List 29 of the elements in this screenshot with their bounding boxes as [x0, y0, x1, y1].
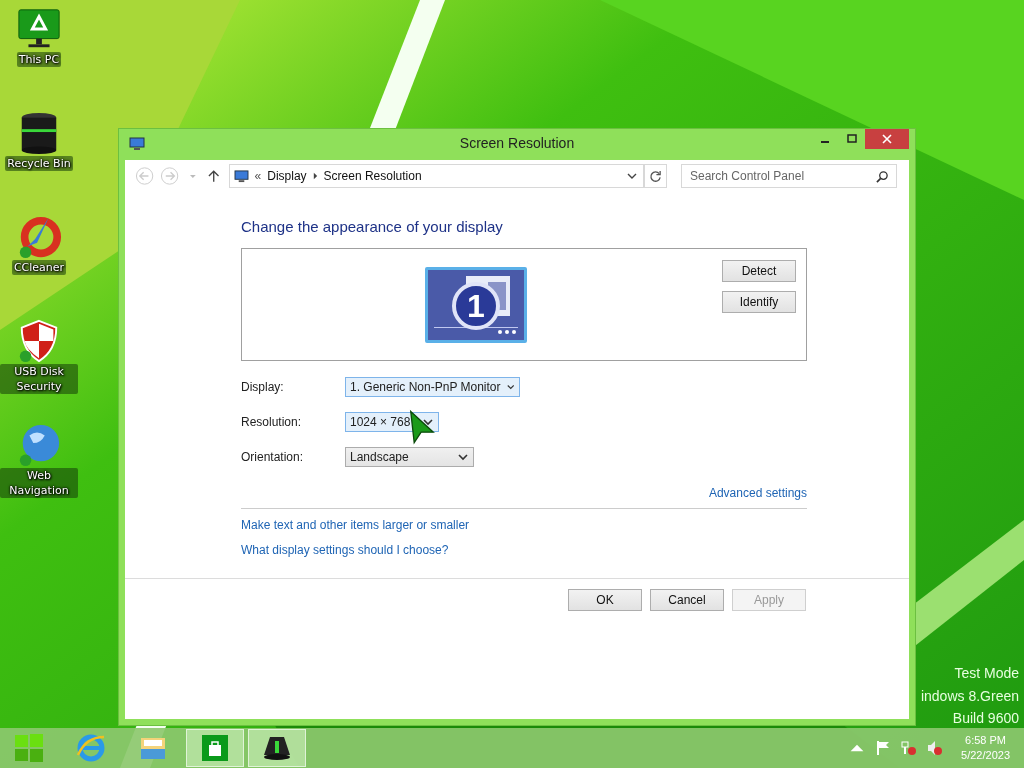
page-heading: Change the appearance of your display	[241, 218, 504, 236]
dialog-button[interactable]: Cancel	[650, 589, 724, 611]
watermark-text: Build 9600	[952, 709, 1019, 728]
dropdown[interactable]: 1. Generic Non-PnP Monitor	[345, 377, 520, 397]
help-link[interactable]: What display settings should I choose?	[241, 543, 449, 558]
dropdown[interactable]: Landscape	[345, 447, 474, 467]
setting-label: Resolution:	[241, 415, 303, 429]
address-bar[interactable]: « Display Screen Resolution	[228, 164, 644, 188]
icon-label[interactable]: Web Navigation	[0, 468, 78, 498]
setting-label: Orientation:	[241, 450, 305, 464]
help-link[interactable]: Make text and other items larger or smaller	[241, 518, 470, 533]
icon-label[interactable]: USB Disk Security	[0, 364, 78, 394]
setting-label: Display:	[241, 380, 285, 394]
dialog-button[interactable]: OK	[568, 589, 642, 611]
monitor-tile[interactable]: 1	[425, 267, 527, 343]
overflow-chevron[interactable]: «	[254, 169, 262, 183]
search-field[interactable]: Search Control Panel	[681, 164, 897, 188]
display-number: 1	[452, 282, 500, 330]
breadcrumb[interactable]: Display	[267, 169, 307, 183]
breadcrumb[interactable]: Screen Resolution	[323, 169, 422, 183]
side-button[interactable]: Detect	[722, 260, 796, 282]
watermark-text: Test Mode	[954, 664, 1019, 683]
window-title: Screen Resolution	[459, 135, 575, 151]
icon-label[interactable]: Recycle Bin	[5, 156, 73, 171]
advanced-settings-link[interactable]: Advanced settings	[708, 486, 807, 500]
icon-label[interactable]: CCleaner	[11, 260, 67, 275]
icon-label[interactable]: This PC	[16, 52, 62, 67]
watermark-text: indows 8.Green	[920, 686, 1019, 706]
side-button[interactable]: Identify	[722, 291, 796, 313]
